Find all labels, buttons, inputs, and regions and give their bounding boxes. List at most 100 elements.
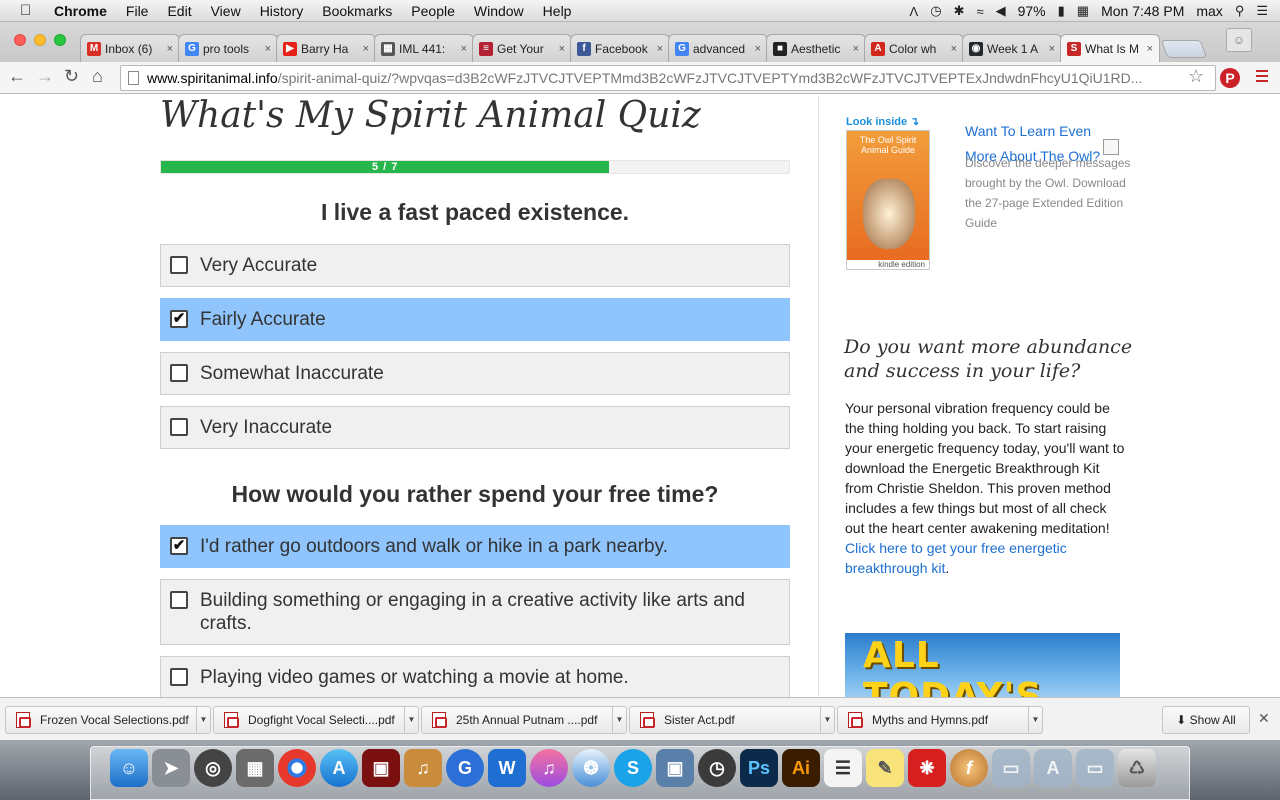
new-tab-button[interactable]: [1160, 40, 1208, 58]
checkbox[interactable]: [170, 591, 188, 609]
close-tab-icon[interactable]: ×: [951, 43, 957, 55]
download-item[interactable]: Sister Act.pdf ▼: [629, 706, 835, 734]
reminders-icon[interactable]: ☰: [824, 749, 862, 787]
photo-booth-icon[interactable]: ▣: [362, 749, 400, 787]
menu-edit[interactable]: Edit: [167, 3, 191, 19]
close-tab-icon[interactable]: ×: [363, 43, 369, 55]
battery-percent[interactable]: 97%: [1018, 3, 1046, 19]
browser-tab[interactable]: ■ Aesthetic ×: [766, 34, 866, 62]
bluetooth-icon[interactable]: ✱: [954, 3, 965, 19]
pinterest-extension-icon[interactable]: P: [1220, 68, 1240, 88]
skype-icon[interactable]: S: [614, 749, 652, 787]
menu-bookmarks[interactable]: Bookmarks: [322, 3, 392, 19]
book-cover-image[interactable]: The Owl Spirit Animal Guide kindle editi…: [846, 130, 930, 270]
answer-option[interactable]: Building something or engaging in a crea…: [160, 579, 790, 645]
browser-tab[interactable]: ≡ Get Your ×: [472, 34, 572, 62]
acrobat-icon[interactable]: ❋: [908, 749, 946, 787]
google-earth-icon[interactable]: G: [446, 749, 484, 787]
close-window-button[interactable]: [14, 34, 26, 46]
close-tab-icon[interactable]: ×: [755, 43, 761, 55]
download-item[interactable]: Dogfight Vocal Selecti....pdf ▼: [213, 706, 419, 734]
downloads-folder-icon[interactable]: ▭: [1076, 749, 1114, 787]
notification-center-icon[interactable]: ☰: [1256, 3, 1268, 19]
answer-option[interactable]: Very Accurate: [160, 244, 790, 287]
menu-help[interactable]: Help: [543, 3, 572, 19]
close-tab-icon[interactable]: ×: [1049, 43, 1055, 55]
illustrator-icon[interactable]: Ai: [782, 749, 820, 787]
spotlight-search-icon[interactable]: ⚲: [1235, 3, 1245, 19]
dashboard-icon[interactable]: ◎: [194, 749, 232, 787]
back-arrow-icon[interactable]: ←: [8, 66, 26, 87]
browser-tab[interactable]: Gpro tools ×: [178, 34, 278, 62]
photoshop-icon[interactable]: Ps: [740, 749, 778, 787]
browser-tab[interactable]: ▦ IML 441: ×: [374, 34, 474, 62]
close-tab-icon[interactable]: ×: [657, 43, 663, 55]
browser-tab[interactable]: f Facebook ×: [570, 34, 670, 62]
minimize-window-button[interactable]: [34, 34, 46, 46]
download-menu-chevron-icon[interactable]: ▼: [196, 707, 210, 733]
answer-option[interactable]: Somewhat Inaccurate: [160, 352, 790, 395]
checkbox[interactable]: [170, 256, 188, 274]
volume-icon[interactable]: ◀: [996, 3, 1006, 19]
browser-tab[interactable]: M Inbox (6) ×: [80, 34, 180, 62]
checkbox[interactable]: [170, 418, 188, 436]
checkbox[interactable]: ✔: [170, 537, 188, 555]
profile-button[interactable]: ☺: [1226, 28, 1252, 52]
browser-tab[interactable]: Gadvanced ×: [668, 34, 768, 62]
download-menu-chevron-icon[interactable]: ▼: [1028, 707, 1042, 733]
reload-icon[interactable]: ↻: [64, 66, 79, 87]
app-store-icon[interactable]: A: [320, 749, 358, 787]
menu-app-name[interactable]: Chrome: [54, 3, 107, 19]
browser-tab[interactable]: ◉ Week 1 A ×: [962, 34, 1062, 62]
download-item[interactable]: Myths and Hymns.pdf ▼: [837, 706, 1043, 734]
close-tab-icon[interactable]: ×: [853, 43, 859, 55]
answer-option[interactable]: ✔ Fairly Accurate: [160, 298, 790, 341]
wifi-icon[interactable]: ≈: [976, 4, 983, 19]
calendar-icon[interactable]: ▦: [1077, 3, 1089, 19]
address-bar[interactable]: www.spiritanimal.info/spirit-animal-quiz…: [120, 65, 1216, 91]
download-item[interactable]: Frozen Vocal Selections.pdf ▼: [5, 706, 211, 734]
menu-history[interactable]: History: [260, 3, 304, 19]
close-tab-icon[interactable]: ×: [265, 43, 271, 55]
close-tab-icon[interactable]: ×: [1147, 43, 1153, 55]
safari-icon[interactable]: ❂: [572, 749, 610, 787]
finder-icon[interactable]: ☺: [110, 749, 148, 787]
home-icon[interactable]: ⌂: [92, 66, 103, 87]
close-tab-icon[interactable]: ×: [559, 43, 565, 55]
menu-people[interactable]: People: [411, 3, 455, 19]
checkbox[interactable]: [170, 668, 188, 686]
itunes-icon[interactable]: ♫: [530, 749, 568, 787]
stickies-icon[interactable]: ✎: [866, 749, 904, 787]
answer-option[interactable]: Very Inaccurate: [160, 406, 790, 449]
battery-icon[interactable]: ▮: [1058, 3, 1065, 19]
menubar-clock[interactable]: Mon 7:48 PM: [1101, 3, 1184, 19]
activity-monitor-icon[interactable]: ▦: [236, 749, 274, 787]
menu-file[interactable]: File: [126, 3, 149, 19]
download-menu-chevron-icon[interactable]: ▼: [820, 707, 834, 733]
word-icon[interactable]: W: [488, 749, 526, 787]
browser-tab[interactable]: A Color wh ×: [864, 34, 964, 62]
checkbox[interactable]: [170, 364, 188, 382]
browser-tab[interactable]: S What Is M ×: [1060, 34, 1160, 62]
breakthrough-kit-link[interactable]: Click here to get your free energetic br…: [845, 540, 1067, 576]
owl-book-promo[interactable]: Look inside ↴ The Owl Spirit Animal Guid…: [846, 115, 930, 275]
apple-menu-icon[interactable]: : [20, 2, 38, 19]
launchpad-icon[interactable]: ➤: [152, 749, 190, 787]
time-machine-dock-icon[interactable]: ◷: [698, 749, 736, 787]
font-app-icon[interactable]: f: [950, 749, 988, 787]
menu-view[interactable]: View: [211, 3, 241, 19]
answer-option[interactable]: Playing video games or watching a movie …: [160, 656, 790, 697]
download-menu-chevron-icon[interactable]: ▼: [612, 707, 626, 733]
time-machine-icon[interactable]: ◷: [930, 3, 941, 19]
chrome-menu-icon[interactable]: [1256, 70, 1268, 85]
documents-folder-icon[interactable]: ▭: [992, 749, 1030, 787]
browser-tab[interactable]: ▶ Barry Ha ×: [276, 34, 376, 62]
close-tab-icon[interactable]: ×: [461, 43, 467, 55]
download-menu-chevron-icon[interactable]: ▼: [404, 707, 418, 733]
zoom-window-button[interactable]: [54, 34, 66, 46]
menubar-user[interactable]: max: [1196, 3, 1222, 19]
applications-folder-icon[interactable]: A: [1034, 749, 1072, 787]
menu-window[interactable]: Window: [474, 3, 524, 19]
garageband-icon[interactable]: ♫: [404, 749, 442, 787]
trash-icon[interactable]: ♺: [1118, 749, 1156, 787]
